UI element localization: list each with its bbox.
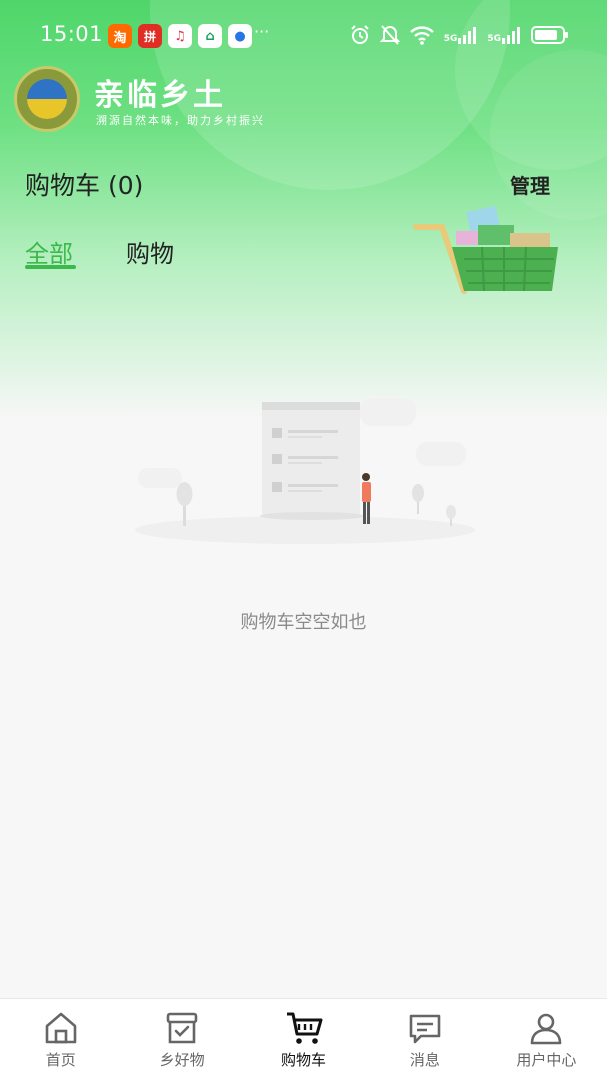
battery-icon xyxy=(531,26,568,44)
nav-label-messages: 消息 xyxy=(409,1051,440,1069)
nav-item-user-center[interactable]: 用户中心 xyxy=(486,999,607,1080)
bottom-navigation: 首页 乡好物 购物车 消息 用户中心 xyxy=(0,998,607,1080)
tab-shopping[interactable]: 购物 xyxy=(126,234,174,269)
nav-label-cart: 购物车 xyxy=(281,1051,327,1069)
alarm-icon xyxy=(350,25,369,44)
home-icon xyxy=(42,1009,80,1047)
system-icons: 5G 5G xyxy=(349,24,569,46)
status-time: 15:01 xyxy=(40,22,104,46)
network-label: 5G xyxy=(443,34,458,44)
nav-label-goods: 乡好物 xyxy=(159,1051,205,1069)
empty-cart-illustration xyxy=(135,398,475,544)
tab-all[interactable]: 全部 xyxy=(25,234,73,269)
status-bar: 15:01 淘 拼 ♫ ⌂ ● ··· 5G 5G xyxy=(0,20,607,56)
pinduoduo-app-icon: 拼 xyxy=(138,24,162,48)
goods-box-icon xyxy=(163,1009,201,1047)
brand-name: 亲临乡土 xyxy=(94,78,226,113)
more-notifications-icon: ··· xyxy=(254,22,270,41)
cart-illustration xyxy=(413,206,558,294)
blue-app-icon: ● xyxy=(228,24,252,48)
nav-item-cart[interactable]: 购物车 xyxy=(243,999,364,1080)
brand-slogan: 溯源自然本味，助力乡村振兴 xyxy=(96,114,265,127)
empty-cart-message: 购物车空空如也 xyxy=(240,612,367,633)
wifi-icon xyxy=(409,26,434,45)
signal-5g-2-icon: 5G xyxy=(487,26,522,44)
logo-emblem xyxy=(27,79,67,119)
taobao-app-icon: 淘 xyxy=(108,24,132,48)
music-app-icon: ♫ xyxy=(168,24,192,48)
message-icon xyxy=(406,1009,444,1047)
mute-icon xyxy=(379,25,400,45)
active-tab-indicator xyxy=(25,265,76,269)
user-icon xyxy=(527,1009,565,1047)
manage-button[interactable]: 管理 xyxy=(510,170,550,199)
cart-icon xyxy=(285,1009,323,1047)
nav-label-home: 首页 xyxy=(45,1051,76,1069)
home-app-icon: ⌂ xyxy=(198,24,222,48)
nav-item-home[interactable]: 首页 xyxy=(0,999,121,1080)
brand-logo xyxy=(14,66,80,132)
signal-5g-1-icon: 5G xyxy=(444,26,479,44)
nav-item-messages[interactable]: 消息 xyxy=(364,999,485,1080)
network-label: 5G xyxy=(487,34,501,44)
nav-item-goods[interactable]: 乡好物 xyxy=(121,999,242,1080)
notification-app-icons: 淘 拼 ♫ ⌂ ● xyxy=(108,24,252,48)
page-title: 购物车 (0) xyxy=(25,171,144,200)
nav-label-user-center: 用户中心 xyxy=(516,1051,577,1069)
